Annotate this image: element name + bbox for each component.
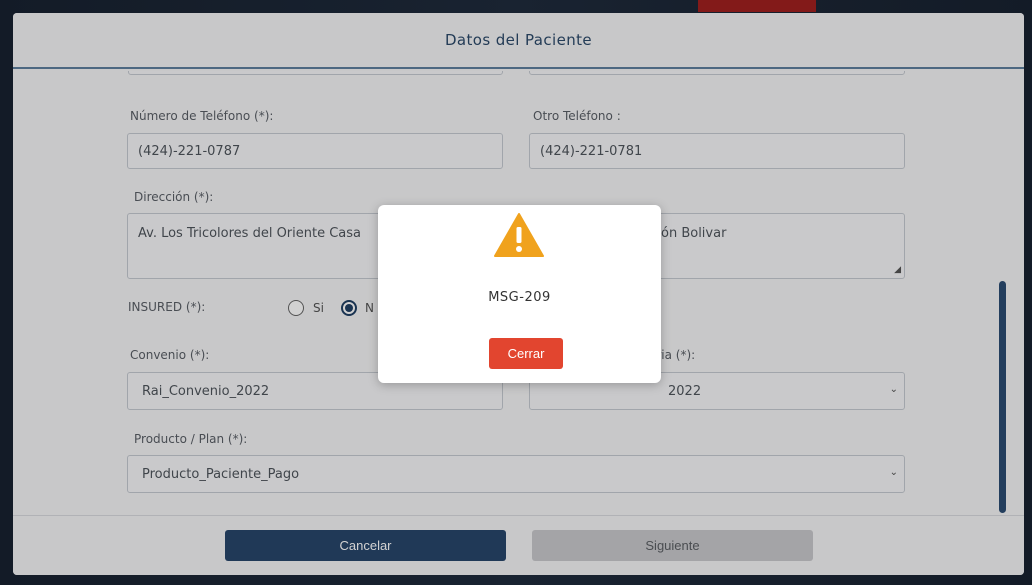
alert-dialog: MSG-209 Cerrar [378, 205, 661, 383]
alert-message: MSG-209 [488, 290, 551, 305]
close-button[interactable]: Cerrar [489, 338, 563, 369]
warning-icon [494, 213, 544, 257]
